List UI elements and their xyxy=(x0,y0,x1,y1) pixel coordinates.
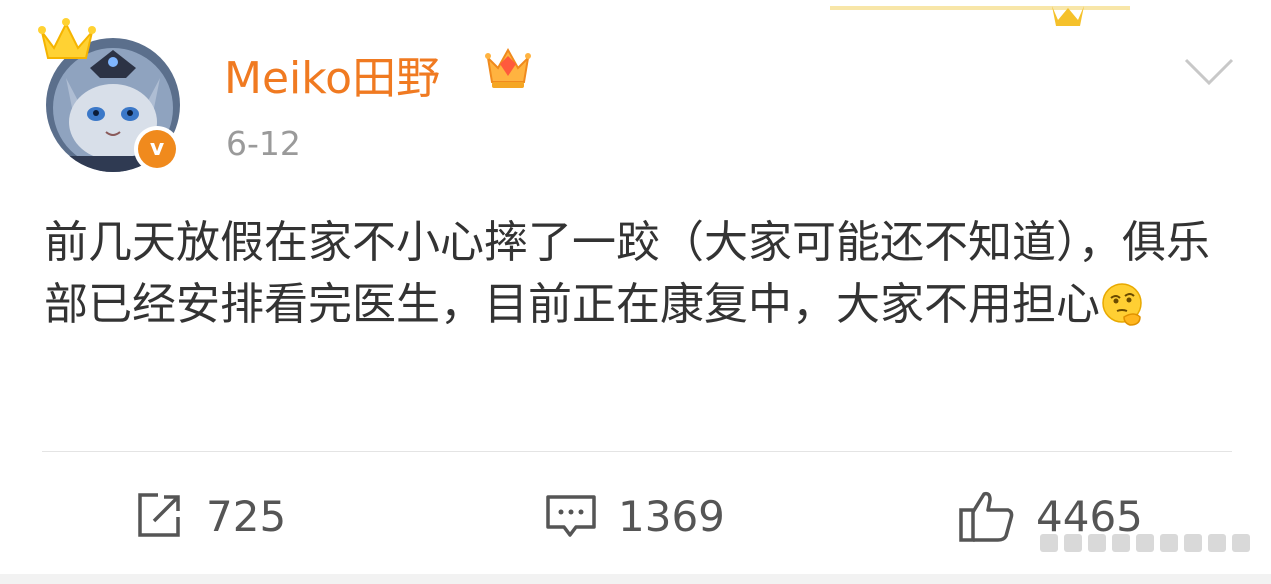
username[interactable]: Meiko田野 xyxy=(224,42,440,106)
post-date: 6-12 xyxy=(226,124,301,163)
watermark-icon xyxy=(1040,534,1250,552)
avatar[interactable]: v xyxy=(36,14,196,174)
crown-icon xyxy=(38,18,96,59)
repost-button[interactable]: 725 xyxy=(132,488,286,544)
verified-badge: v xyxy=(134,126,180,172)
thumbs-up-icon xyxy=(959,491,1014,542)
verified-mark: v xyxy=(138,130,176,168)
chevron-down-icon[interactable] xyxy=(1182,56,1236,88)
thinking-face-emoji-icon xyxy=(1102,283,1142,326)
post-text: 前几天放假在家不小心摔了一跤（大家可能还不知道），俱乐部已经安排看完医生，目前正… xyxy=(44,217,1210,330)
repost-count: 725 xyxy=(206,491,287,541)
vip-crown-icon[interactable] xyxy=(482,42,534,94)
comment-button[interactable]: 1369 xyxy=(544,488,725,544)
comment-count: 1369 xyxy=(618,491,725,541)
post-content: 前几天放假在家不小心摔了一跤（大家可能还不知道），俱乐部已经安排看完医生，目前正… xyxy=(44,212,1234,336)
divider xyxy=(42,451,1232,452)
top-decor-crown-icon xyxy=(830,6,1130,26)
comment-icon xyxy=(546,495,596,537)
bottom-bar xyxy=(0,574,1271,584)
repost-icon xyxy=(138,493,180,537)
